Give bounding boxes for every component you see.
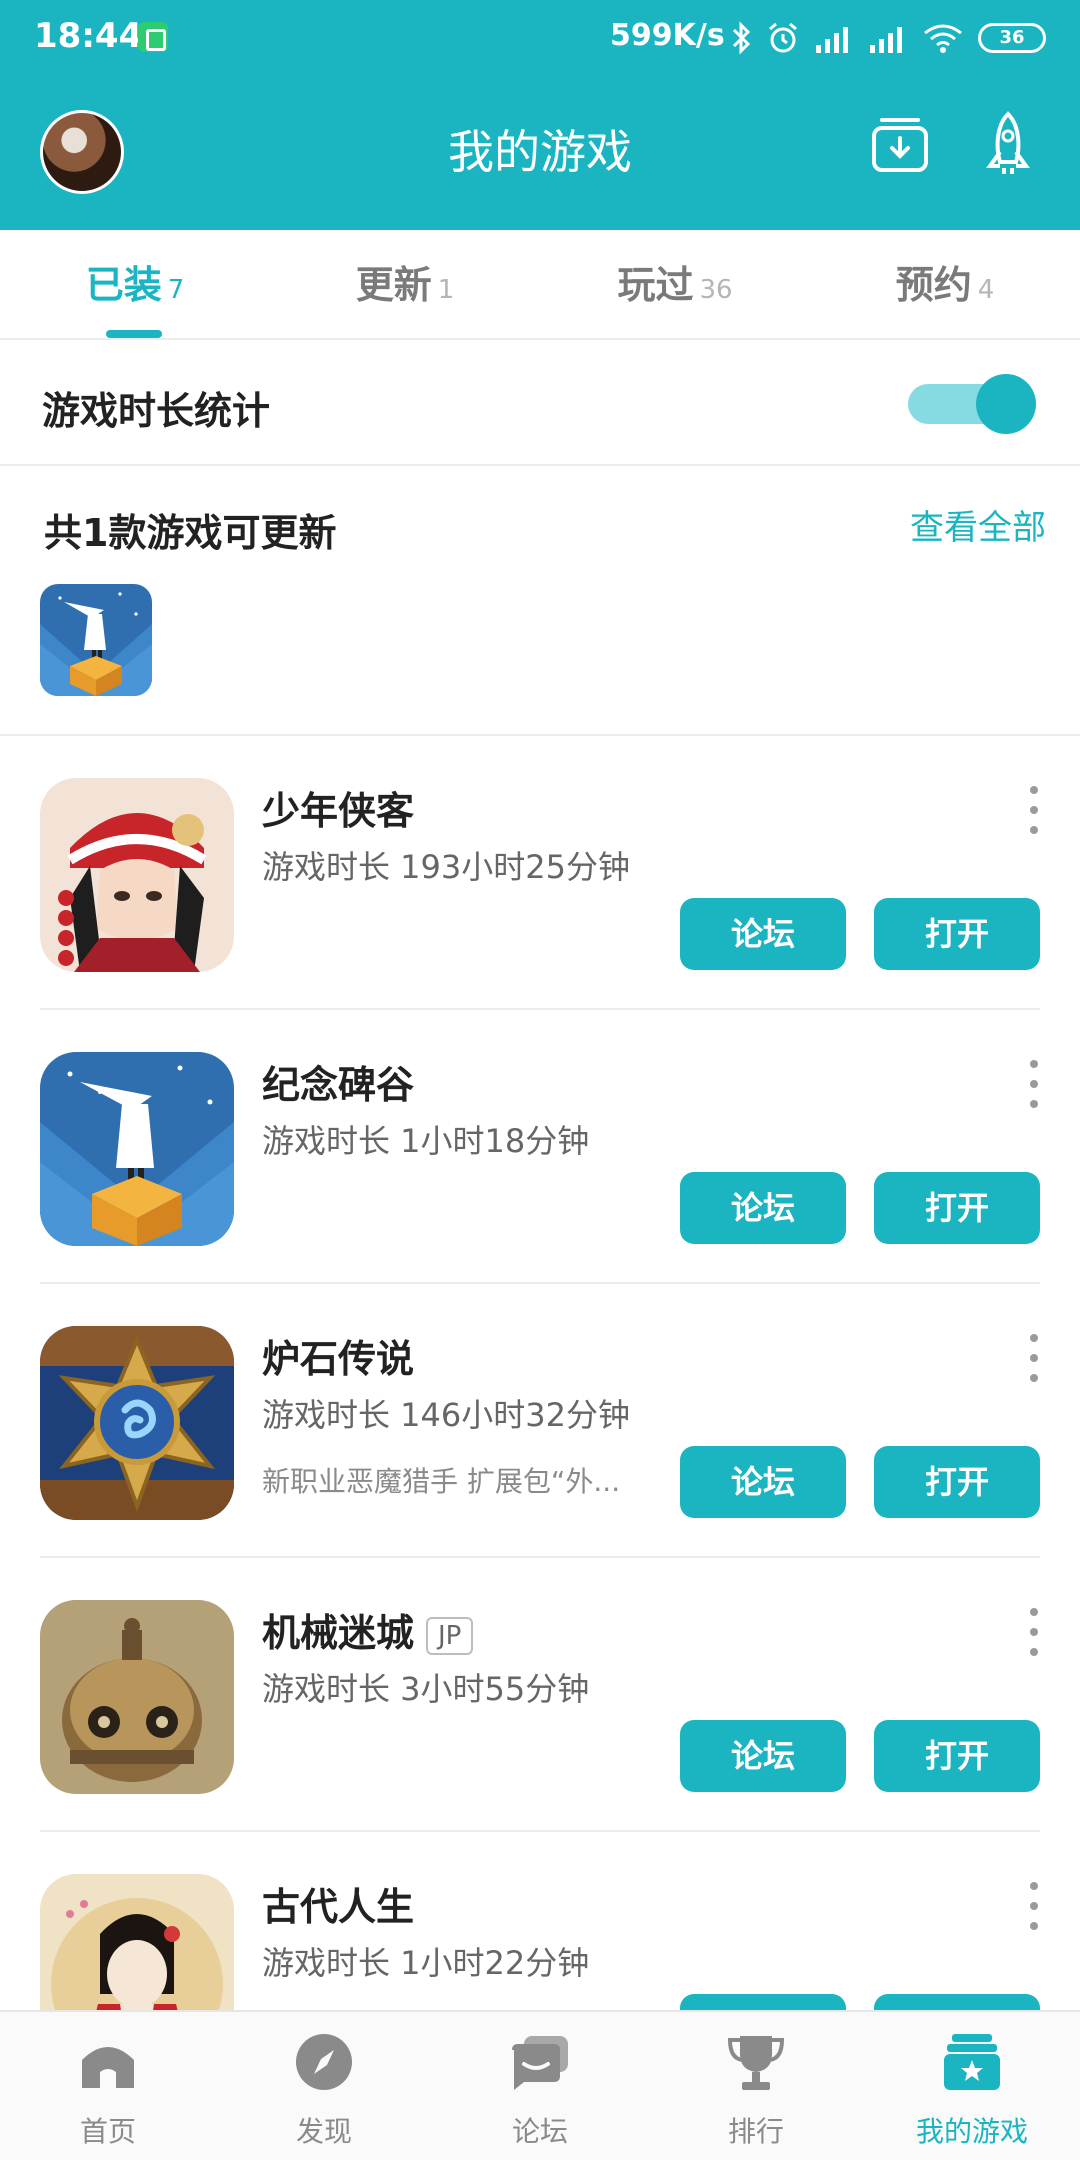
toggle-knob (976, 374, 1036, 434)
nav-forum[interactable]: 论坛 (432, 2012, 648, 2160)
game-item-monument-valley: 纪念碑谷 游戏时长 1小时18分钟 论坛 打开 (0, 1010, 1080, 1284)
tab-installed[interactable]: 已装 7 (0, 254, 270, 309)
game-playtime: 游戏时长 3小时55分钟 (262, 1670, 590, 1708)
trophy-icon (727, 2036, 785, 2090)
signal-hd-icon (816, 27, 848, 53)
game-name: 古代人生 (262, 1876, 414, 1931)
game-name: 少年侠客 (262, 780, 414, 835)
tab-label: 玩过 (617, 263, 694, 307)
status-icons: 36 (730, 18, 1046, 58)
bluetooth-icon (732, 21, 751, 55)
signal-icon (870, 27, 902, 53)
playtime-stats-toggle[interactable] (908, 372, 1036, 434)
game-item-shaonian-xiake: 少年侠客 游戏时长 193小时25分钟 论坛 打开 (0, 736, 1080, 1010)
more-options-icon[interactable] (1024, 1608, 1044, 1660)
game-name-text: 古代人生 (262, 1885, 415, 1929)
battery-icon: 36 (978, 23, 1046, 53)
game-item-hearthstone: 炉石传说 游戏时长 146小时32分钟 新职业恶魔猎手 扩展包“外... 论坛 … (0, 1284, 1080, 1558)
update-game-icon-monument-valley[interactable] (40, 584, 152, 696)
network-speed: 599K/s (610, 18, 725, 53)
game-icon-shaonian-xiake[interactable] (40, 778, 234, 972)
title-bar: 我的游戏 (0, 76, 1080, 230)
download-manager-icon[interactable] (870, 114, 930, 174)
tab-label: 预约 (895, 263, 972, 307)
forum-button[interactable]: 论坛 (680, 1720, 846, 1792)
forum-button[interactable]: 论坛 (680, 898, 846, 970)
game-name-text: 机械迷城 (262, 1611, 415, 1655)
tab-indicator (106, 330, 162, 338)
more-options-icon[interactable] (1024, 1882, 1044, 1934)
status-bar: 18:44 599K/s 36 (0, 0, 1080, 76)
open-button[interactable]: 打开 (874, 1446, 1040, 1518)
forum-icon (512, 2036, 568, 2090)
game-playtime: 游戏时长 193小时25分钟 (262, 848, 630, 886)
open-button[interactable]: 打开 (874, 1720, 1040, 1792)
nav-label: 首页 (79, 2115, 136, 2148)
more-options-icon[interactable] (1024, 786, 1044, 838)
region-tag: JP (426, 1616, 474, 1655)
more-options-icon[interactable] (1024, 1060, 1044, 1112)
open-button[interactable]: 打开 (874, 1172, 1040, 1244)
forum-button[interactable]: 论坛 (680, 1172, 846, 1244)
game-icon-monument-valley[interactable] (40, 1052, 234, 1246)
game-icon-machinarium[interactable] (40, 1600, 234, 1794)
playtime-stats-row: 游戏时长统计 (0, 340, 1080, 466)
nav-my-games[interactable]: 我的游戏 (864, 2012, 1080, 2160)
nav-ranking[interactable]: 排行 (648, 2012, 864, 2160)
view-all-link[interactable]: 查看全部 (910, 500, 1046, 549)
game-name-text: 少年侠客 (262, 789, 415, 833)
update-section: 共1款游戏可更新 查看全部 (0, 466, 1080, 736)
alarm-icon (769, 22, 797, 53)
playtime-stats-label: 游戏时长统计 (42, 389, 271, 433)
nav-label: 我的游戏 (915, 2115, 1028, 2148)
tab-label: 已装 (85, 263, 162, 307)
nav-home[interactable]: 首页 (0, 2012, 216, 2160)
game-name: 炉石传说 (262, 1328, 414, 1383)
game-icon-hearthstone[interactable] (40, 1326, 234, 1520)
game-name-text: 炉石传说 (262, 1337, 415, 1381)
app-root: 18:44 599K/s 36 我的游戏 已装 7 更新 1 玩过 36 预约 … (0, 0, 1080, 2160)
wifi-icon (924, 24, 962, 53)
forum-button[interactable]: 论坛 (680, 1446, 846, 1518)
home-icon (82, 2047, 134, 2088)
bottom-nav: 首页 发现 论坛 排行 我的游戏 (0, 2010, 1080, 2160)
status-time: 18:44 (34, 16, 143, 56)
game-name-text: 纪念碑谷 (262, 1063, 415, 1107)
tab-updates[interactable]: 更新 1 (270, 254, 540, 309)
game-item-machinarium: 机械迷城 JP 游戏时长 3小时55分钟 论坛 打开 (0, 1558, 1080, 1832)
top-bar: 18:44 599K/s 36 我的游戏 (0, 0, 1080, 230)
tab-count: 7 (167, 275, 185, 305)
game-playtime: 游戏时长 1小时22分钟 (262, 1944, 590, 1982)
tab-count: 1 (437, 275, 455, 305)
more-options-icon[interactable] (1024, 1334, 1044, 1386)
tab-count: 4 (977, 275, 995, 305)
notification-app-icon (138, 22, 168, 52)
game-playtime: 游戏时长 146小时32分钟 (262, 1396, 630, 1434)
tab-bar: 已装 7 更新 1 玩过 36 预约 4 (0, 230, 1080, 340)
open-button[interactable]: 打开 (874, 898, 1040, 970)
game-playtime: 游戏时长 1小时18分钟 (262, 1122, 590, 1160)
game-news[interactable]: 新职业恶魔猎手 扩展包“外... (262, 1460, 632, 1500)
my-games-icon (944, 2034, 1000, 2090)
nav-label: 发现 (295, 2115, 352, 2148)
tab-reserved[interactable]: 预约 4 (810, 254, 1080, 309)
tab-played[interactable]: 玩过 36 (540, 254, 810, 309)
game-name: 纪念碑谷 (262, 1054, 414, 1109)
compass-icon (296, 2034, 352, 2090)
game-name: 机械迷城 JP (262, 1602, 474, 1657)
tab-label: 更新 (355, 263, 432, 307)
tab-count: 36 (699, 275, 733, 305)
nav-label: 论坛 (511, 2115, 568, 2148)
nav-label: 排行 (727, 2115, 784, 2148)
update-title: 共1款游戏可更新 (44, 511, 337, 555)
rocket-icon[interactable] (980, 110, 1036, 178)
nav-discover[interactable]: 发现 (216, 2012, 432, 2160)
